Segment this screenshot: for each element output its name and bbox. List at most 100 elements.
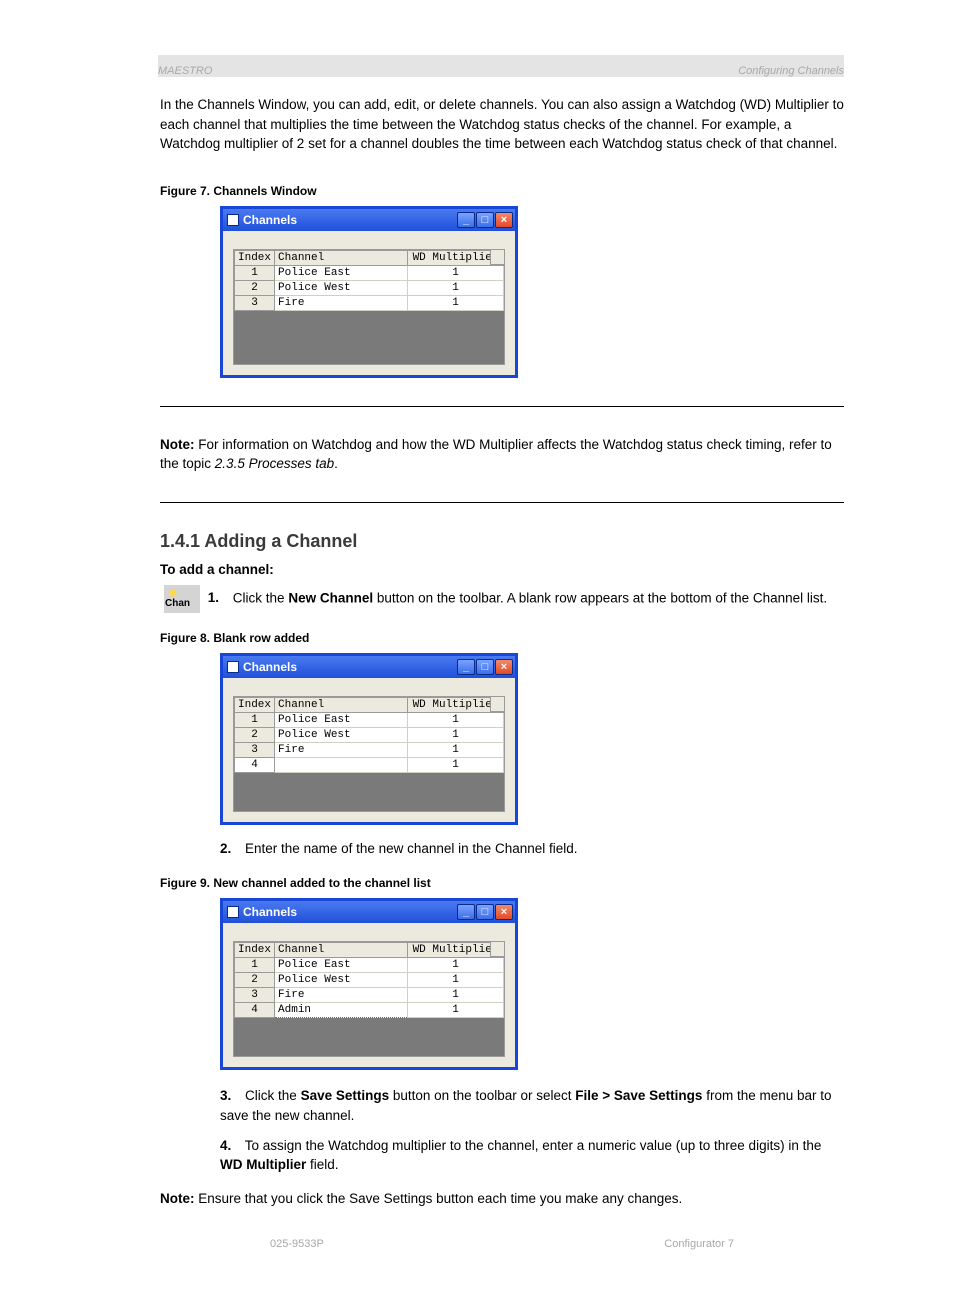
window-titlebar[interactable]: Channels _ □ × bbox=[223, 656, 515, 678]
col-channel[interactable]: Channel bbox=[275, 697, 408, 712]
note-text-after: . bbox=[334, 456, 338, 471]
icon-label: Chan bbox=[165, 597, 190, 612]
cell-channel[interactable]: Police West bbox=[275, 280, 408, 295]
cell-index: 2 bbox=[235, 727, 275, 742]
note-label: Note: bbox=[160, 1191, 195, 1206]
minimize-button[interactable]: _ bbox=[457, 212, 475, 228]
task-heading: To add a channel: bbox=[160, 562, 844, 577]
footer-left: 025-9533P bbox=[270, 1238, 324, 1250]
note2-paragraph: Note: Ensure that you click the Save Set… bbox=[160, 1189, 844, 1209]
table-row[interactable]: 1 Police East 1 bbox=[235, 712, 504, 727]
window-titlebar[interactable]: Channels _ □ × bbox=[223, 209, 515, 231]
cell-index: 1 bbox=[235, 265, 275, 280]
close-button[interactable]: × bbox=[495, 904, 513, 920]
cell-channel[interactable]: Police East bbox=[275, 712, 408, 727]
step-bold: Save Settings bbox=[301, 1088, 390, 1103]
channel-grid[interactable]: Index Channel WD Multiplier 1 Police Eas… bbox=[233, 941, 505, 1057]
divider bbox=[160, 406, 844, 407]
cell-index: 3 bbox=[235, 295, 275, 310]
window-title: Channels bbox=[243, 213, 297, 227]
channel-grid[interactable]: Index Channel WD Multiplier 1 Police Eas… bbox=[233, 249, 505, 365]
col-index[interactable]: Index bbox=[235, 943, 275, 958]
table-row[interactable]: 3 Fire 1 bbox=[235, 295, 504, 310]
note-paragraph: Note: For information on Watchdog and ho… bbox=[160, 435, 844, 474]
maximize-button[interactable]: □ bbox=[476, 659, 494, 675]
maximize-button[interactable]: □ bbox=[476, 904, 494, 920]
cell-channel[interactable]: Police East bbox=[275, 265, 408, 280]
step-text: Click the bbox=[245, 1088, 301, 1103]
scrollbar-corner bbox=[490, 942, 504, 957]
cell-index: 3 bbox=[235, 742, 275, 757]
table-row[interactable]: 1 Police East 1 bbox=[235, 265, 504, 280]
cell-wd[interactable]: 1 bbox=[408, 295, 504, 310]
header-right: Configuring Channels bbox=[738, 65, 844, 77]
channels-window-a: Channels _ □ × Index Channel WD Multipli… bbox=[220, 206, 518, 378]
minimize-button[interactable]: _ bbox=[457, 659, 475, 675]
step-3: 3. Click the Save Settings button on the… bbox=[220, 1086, 844, 1125]
table-row[interactable]: 1 Police East 1 bbox=[235, 958, 504, 973]
table-row[interactable]: 3 Fire 1 bbox=[235, 742, 504, 757]
step-text: To assign the Watchdog multiplier to the… bbox=[245, 1138, 822, 1153]
cell-index: 1 bbox=[235, 712, 275, 727]
cell-channel[interactable]: Police East bbox=[275, 958, 408, 973]
section-heading: 1.4.1 Adding a Channel bbox=[160, 531, 844, 552]
cell-wd[interactable]: 1 bbox=[408, 265, 504, 280]
page-header: MAESTRO Configuring Channels bbox=[158, 65, 844, 77]
cell-channel[interactable]: Fire bbox=[275, 988, 408, 1003]
app-icon bbox=[227, 214, 239, 226]
divider bbox=[160, 502, 844, 503]
header-left: MAESTRO bbox=[158, 65, 212, 77]
scrollbar-corner bbox=[490, 697, 504, 712]
window-titlebar[interactable]: Channels _ □ × bbox=[223, 901, 515, 923]
cell-wd[interactable]: 1 bbox=[408, 973, 504, 988]
cell-channel[interactable]: Police West bbox=[275, 727, 408, 742]
cell-index: 1 bbox=[235, 958, 275, 973]
table-row[interactable]: 3 Fire 1 bbox=[235, 988, 504, 1003]
window-title: Channels bbox=[243, 905, 297, 919]
cell-wd[interactable]: 1 bbox=[408, 712, 504, 727]
col-index[interactable]: Index bbox=[235, 250, 275, 265]
col-channel[interactable]: Channel bbox=[275, 943, 408, 958]
cell-wd[interactable]: 1 bbox=[408, 727, 504, 742]
cell-channel[interactable] bbox=[275, 757, 408, 772]
close-button[interactable]: × bbox=[495, 212, 513, 228]
cell-wd[interactable]: 1 bbox=[408, 958, 504, 973]
note-topic-link[interactable]: 2.3.5 Processes tab bbox=[215, 456, 334, 471]
page-number: 7 bbox=[728, 1238, 734, 1250]
table-row-new-blank[interactable]: 4 1 bbox=[235, 757, 504, 772]
close-button[interactable]: × bbox=[495, 659, 513, 675]
maximize-button[interactable]: □ bbox=[476, 212, 494, 228]
app-icon bbox=[227, 906, 239, 918]
col-channel[interactable]: Channel bbox=[275, 250, 408, 265]
intro-paragraph: In the Channels Window, you can add, edi… bbox=[160, 95, 844, 154]
table-row[interactable]: 2 Police West 1 bbox=[235, 280, 504, 295]
cell-wd[interactable]: 1 bbox=[408, 742, 504, 757]
cell-wd[interactable]: 1 bbox=[408, 280, 504, 295]
cell-index: 2 bbox=[235, 280, 275, 295]
step-text: field. bbox=[310, 1157, 339, 1172]
channel-grid[interactable]: Index Channel WD Multiplier 1 Police Eas… bbox=[233, 696, 505, 812]
cell-index: 4 bbox=[235, 1003, 275, 1018]
col-index[interactable]: Index bbox=[235, 697, 275, 712]
cell-channel[interactable]: Fire bbox=[275, 742, 408, 757]
step-4: 4. To assign the Watchdog multiplier to … bbox=[220, 1136, 844, 1175]
cell-index: 4 bbox=[235, 757, 275, 772]
cell-channel[interactable]: Police West bbox=[275, 973, 408, 988]
figure-caption-a: Figure 7. Channels Window bbox=[160, 184, 844, 198]
cell-wd[interactable]: 1 bbox=[408, 988, 504, 1003]
scrollbar-corner bbox=[490, 250, 504, 265]
minimize-button[interactable]: _ bbox=[457, 904, 475, 920]
cell-wd[interactable]: 1 bbox=[408, 1003, 504, 1018]
cell-channel-editing[interactable]: Admin bbox=[275, 1003, 408, 1018]
page-footer: 025-9533P Configurator 7 bbox=[160, 1238, 844, 1250]
cell-channel[interactable]: Fire bbox=[275, 295, 408, 310]
table-row[interactable]: 2 Police West 1 bbox=[235, 973, 504, 988]
step-text: button on the toolbar or select bbox=[393, 1088, 575, 1103]
cell-wd[interactable]: 1 bbox=[408, 757, 504, 772]
footer-right-prefix: Configurator bbox=[664, 1238, 728, 1250]
grid-header-row: Index Channel WD Multiplier bbox=[235, 697, 504, 712]
channels-window-b: Channels _ □ × Index Channel WD Multipli… bbox=[220, 653, 518, 825]
table-row[interactable]: 2 Police West 1 bbox=[235, 727, 504, 742]
app-icon bbox=[227, 661, 239, 673]
table-row-new-editing[interactable]: 4 Admin 1 bbox=[235, 1003, 504, 1018]
